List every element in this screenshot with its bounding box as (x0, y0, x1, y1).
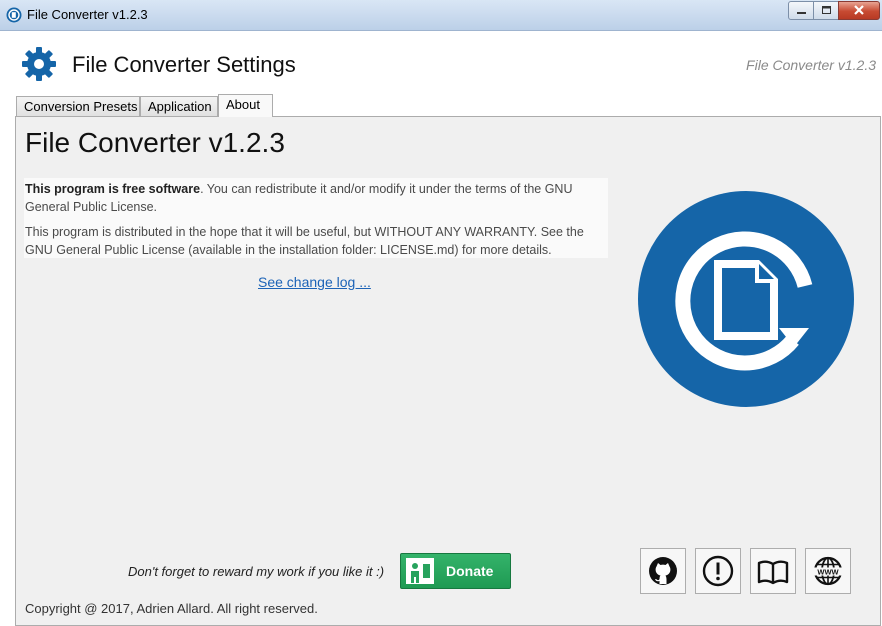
issue-icon (702, 555, 734, 587)
close-button[interactable] (838, 1, 880, 20)
copyright-text: Copyright @ 2017, Adrien Allard. All rig… (25, 601, 318, 616)
website-button[interactable]: WWW (805, 548, 851, 594)
warranty-text: This program is distributed in the hope … (25, 225, 584, 257)
website-icon: WWW (813, 556, 843, 586)
documentation-icon (757, 560, 789, 585)
changelog-link[interactable]: See change log ... (258, 274, 371, 290)
window-title: File Converter v1.2.3 (27, 7, 148, 22)
donate-label: Donate (446, 563, 494, 579)
title-bar: File Converter v1.2.3 (0, 0, 882, 31)
tab-about[interactable]: About (218, 94, 273, 117)
github-button[interactable] (640, 548, 686, 594)
close-icon (854, 5, 864, 15)
reward-text: Don't forget to reward my work if you li… (128, 564, 385, 579)
tab-conversion-presets[interactable]: Conversion Presets (16, 96, 140, 116)
about-title: File Converter v1.2.3 (25, 127, 285, 158)
page-title: File Converter Settings (72, 52, 296, 77)
license-bold: This program is free software (25, 182, 201, 196)
documentation-button[interactable] (750, 548, 796, 594)
donate-button[interactable]: Donate (400, 553, 511, 589)
report-issue-button[interactable] (695, 548, 741, 594)
minimize-icon (797, 12, 806, 14)
github-icon (649, 557, 677, 585)
donate-icon (406, 558, 434, 584)
license-text: This program is free software. You can r… (25, 180, 605, 216)
maximize-button[interactable] (813, 1, 839, 20)
gear-icon (22, 47, 56, 81)
maximize-icon (822, 6, 831, 14)
file-converter-icon (6, 7, 22, 23)
header-version: File Converter v1.2.3 (746, 57, 876, 73)
file-converter-logo (638, 191, 854, 407)
tab-application[interactable]: Application (140, 96, 218, 116)
minimize-button[interactable] (788, 1, 814, 20)
svg-text:WWW: WWW (817, 568, 839, 577)
